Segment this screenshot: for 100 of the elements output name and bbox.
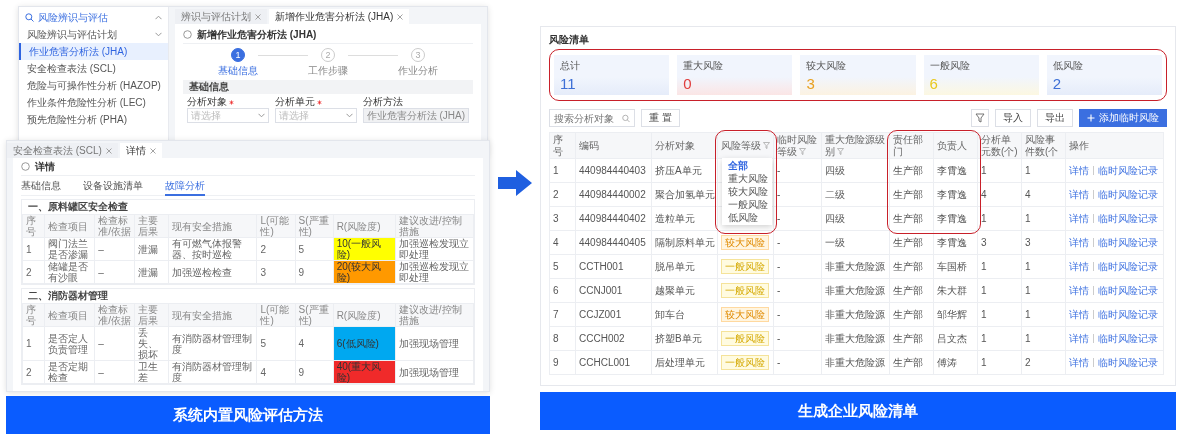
column-header[interactable]: 临时风险等级 (773, 132, 822, 159)
reset-button[interactable]: 重 置 (641, 109, 680, 127)
chevron-down-icon (345, 113, 353, 118)
column-header: 检查标准/依据 (94, 303, 135, 327)
link[interactable]: 详情 (1069, 164, 1089, 176)
link[interactable]: 临时风险记录 (1098, 356, 1158, 368)
tab[interactable]: 安全检查表法 (SCL) (7, 143, 118, 158)
link[interactable]: 临时风险记录 (1098, 236, 1158, 248)
sidebar-item[interactable]: 作业危害分析法 (JHA) (19, 43, 168, 60)
table-cell: 2 (22, 360, 45, 384)
risk-tag: 一般风险 (721, 331, 769, 346)
tab[interactable]: 基础信息 (21, 175, 61, 196)
link[interactable]: 详情 (1069, 188, 1089, 200)
search-icon (25, 13, 34, 22)
section-header: 基础信息 (183, 80, 473, 94)
sidebar-item[interactable]: 危险与可操作性分析 (HAZOP) (19, 77, 168, 94)
card-value: 6 (929, 75, 939, 92)
sidebar-item[interactable]: 作业条件危险性分析 (LEC) (19, 94, 168, 111)
plus-icon (1087, 114, 1095, 122)
card-value: 3 (806, 75, 816, 92)
link[interactable]: 临时风险记录 (1098, 332, 1158, 344)
filter-button[interactable] (971, 109, 989, 127)
table-cell: 二级 (821, 182, 890, 207)
tab[interactable]: 设备设施清单 (83, 175, 143, 196)
table-cell: - (773, 350, 822, 375)
link[interactable]: 临时风险记录 (1098, 308, 1158, 320)
risk-tag: 一般风险 (721, 259, 769, 274)
field-label: 分析单元 (274, 95, 315, 109)
menu-item[interactable]: 一般风险 (722, 198, 772, 211)
column-header[interactable]: 重大危险源级别 (821, 132, 890, 159)
menu-item[interactable]: 较大风险 (722, 185, 772, 198)
table-cell: 聚合加氢单元 (651, 182, 718, 207)
field-label: 分析对象 (187, 95, 227, 109)
sidebar-item[interactable]: 预先危险性分析 (PHA) (19, 111, 168, 128)
table-cell: 8 (549, 326, 576, 351)
sidebar-item[interactable]: 安全检查表法 (SCL) (19, 60, 168, 77)
menu-item[interactable]: 重大风险 (722, 172, 772, 185)
table-cell: 生产部 (889, 230, 934, 255)
link[interactable]: 详情 (1069, 260, 1089, 272)
table-cell: 储罐是否有沙眼 (44, 260, 95, 284)
column-header: 现有安全措施 (168, 214, 257, 238)
step-label: 基础信息 (218, 64, 258, 78)
column-header: 分析对象 (651, 132, 718, 159)
sidebar-item[interactable]: 风险辨识与评估 (19, 9, 168, 26)
tab[interactable]: 新增作业危害分析法 (JHA) (269, 9, 410, 24)
link[interactable]: 详情 (1069, 236, 1089, 248)
column-header: 检查项目 (44, 303, 95, 327)
sidebar-item[interactable]: 风险辨识与评估计划 (19, 26, 168, 43)
table-cell: 非重大危险源 (821, 254, 890, 279)
link[interactable]: 详情 (1069, 212, 1089, 224)
table-cell: 加强现场管理 (395, 326, 474, 361)
table-cell: 生产部 (889, 350, 934, 375)
link[interactable]: 详情 (1069, 284, 1089, 296)
table-cell: 4 (257, 360, 296, 384)
column-header: 负责人 (933, 132, 978, 159)
risk-tag: 一般风险 (721, 355, 769, 370)
tab[interactable]: 辨识与评估计划 (175, 9, 267, 24)
table-cell: 1 (22, 237, 45, 261)
toolbar-button[interactable]: 导入 (995, 109, 1031, 127)
link[interactable]: 临时风险记录 (1098, 164, 1158, 176)
step-label: 工作步骤 (308, 64, 348, 78)
table-cell: 挤塑B单元 (651, 326, 718, 351)
table-cell: 440984440002 (575, 182, 652, 207)
link[interactable]: 临时风险记录 (1098, 188, 1158, 200)
link[interactable]: 详情 (1069, 332, 1089, 344)
add-button[interactable]: 添加临时风险 (1079, 109, 1167, 127)
close-icon (255, 13, 261, 20)
table-cell: 挤压A单元 (651, 158, 718, 183)
table-cell: 1 (977, 206, 1022, 231)
link[interactable]: 临时风险记录 (1098, 260, 1158, 272)
column-header: 责任部门 (889, 132, 934, 159)
section-title: 二、消防器材管理 (27, 289, 109, 303)
column-header: 编码 (575, 132, 652, 159)
link[interactable]: 临时风险记录 (1098, 284, 1158, 296)
table-cell: 1 (1021, 326, 1066, 351)
column-header: 主要后果 (134, 214, 169, 238)
toolbar-button[interactable]: 导出 (1037, 109, 1073, 127)
menu-item[interactable]: 全部 (722, 159, 772, 172)
tab[interactable]: 详情 (119, 143, 162, 158)
table-cell: 9 (295, 260, 334, 284)
link[interactable]: 临时风险记录 (1098, 212, 1158, 224)
table-cell: 2 (549, 182, 576, 207)
card-label: 重大风险 (683, 59, 725, 73)
window-title: 新增作业危害分析法 (JHA) (197, 27, 317, 42)
column-header: R(风险度) (333, 214, 396, 238)
column-header: 主要后果 (134, 303, 169, 327)
table-cell: 1 (22, 326, 45, 361)
column-header: 风险事件数(个 (1021, 132, 1066, 159)
step-circle[interactable]: 1 (231, 48, 245, 62)
table-cell: 生产部 (889, 278, 934, 303)
table-cell: 非重大危险源 (821, 278, 890, 303)
link[interactable]: 详情 (1069, 356, 1089, 368)
table-cell: - (773, 278, 822, 303)
table-cell: 3 (257, 260, 296, 284)
column-header: 检查标准/依据 (94, 214, 135, 238)
search-field[interactable]: 搜索分析对象 (549, 109, 635, 127)
tab[interactable]: 故障分析 (165, 175, 205, 196)
table-cell: 440984440402 (575, 206, 652, 231)
link[interactable]: 详情 (1069, 308, 1089, 320)
table-cell: 生产部 (889, 206, 934, 231)
